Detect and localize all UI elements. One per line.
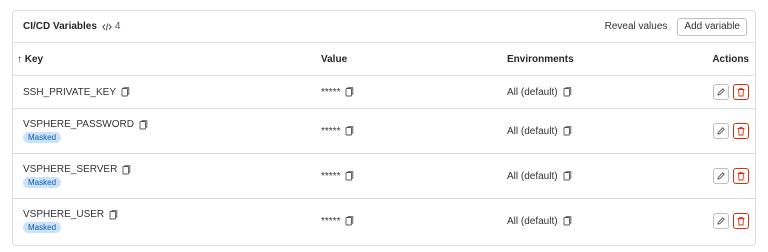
table-header: ↑ Key Value Environments Actions (13, 43, 755, 76)
value-cell: ***** (321, 199, 354, 243)
table-row: VSPHERE_PASSWORD Masked ***** All (defau… (13, 109, 755, 154)
variable-key: VSPHERE_USER (23, 209, 105, 220)
variable-environment: All (default) (507, 125, 558, 137)
key-cell: VSPHERE_SERVER Masked (23, 154, 131, 198)
key-cell: SSH_PRIVATE_KEY (23, 76, 130, 108)
variable-value: ***** (321, 215, 341, 227)
copy-icon (109, 209, 118, 219)
trash-icon (737, 216, 745, 226)
card-header: CI/CD Variables 4 Reveal values Add vari… (13, 11, 755, 43)
card-title: CI/CD Variables (23, 21, 97, 32)
variable-key: SSH_PRIVATE_KEY (23, 86, 116, 98)
delete-button[interactable] (733, 213, 749, 229)
pencil-icon (717, 88, 725, 96)
delete-button[interactable] (733, 168, 749, 184)
copy-icon (346, 126, 354, 136)
environment-cell: All (default) (507, 109, 572, 153)
copy-key-icon[interactable] (121, 87, 130, 97)
copy-value-icon[interactable] (345, 171, 354, 181)
table-row: VSPHERE_SERVER Masked ***** All (default… (13, 154, 755, 199)
column-environments: Environments (507, 54, 574, 65)
variable-value: ***** (321, 170, 341, 182)
row-actions (713, 199, 749, 243)
column-value: Value (321, 54, 348, 65)
masked-badge: Masked (23, 132, 62, 143)
copy-icon (563, 87, 571, 97)
row-actions (713, 109, 749, 153)
copy-icon (346, 216, 354, 226)
copy-icon (563, 171, 571, 181)
environment-cell: All (default) (507, 199, 572, 243)
delete-button[interactable] (733, 123, 749, 139)
delete-button[interactable] (733, 84, 749, 100)
column-actions: Actions (712, 54, 749, 65)
copy-icon (563, 216, 571, 226)
column-key-sort[interactable]: ↑ Key (17, 54, 43, 65)
copy-icon (563, 126, 571, 136)
variable-value: ***** (321, 86, 341, 98)
copy-key-icon[interactable] (122, 164, 131, 175)
value-cell: ***** (321, 76, 354, 108)
variable-key: VSPHERE_PASSWORD (23, 119, 134, 130)
code-icon (102, 22, 112, 31)
copy-environment-icon[interactable] (563, 87, 572, 97)
key-cell: VSPHERE_PASSWORD Masked (23, 109, 148, 153)
count-value: 4 (114, 21, 121, 32)
copy-icon (121, 87, 130, 97)
copy-icon (122, 164, 131, 174)
add-variable-button[interactable]: Add variable (677, 17, 747, 36)
table-row: VSPHERE_USER Masked ***** All (default) (13, 199, 755, 243)
edit-button[interactable] (713, 84, 729, 100)
copy-environment-icon[interactable] (563, 171, 572, 181)
trash-icon (737, 87, 745, 97)
row-actions (713, 76, 749, 108)
masked-badge: Masked (23, 177, 62, 188)
reveal-values-button[interactable]: Reveal values (605, 21, 668, 32)
copy-value-icon[interactable] (345, 126, 354, 136)
pencil-icon (717, 127, 725, 135)
value-cell: ***** (321, 154, 354, 198)
variables-table-body: SSH_PRIVATE_KEY ***** All (default) VSPH… (13, 76, 755, 243)
copy-key-icon[interactable] (139, 119, 148, 130)
copy-icon (346, 87, 354, 97)
variable-count: 4 (102, 21, 121, 32)
value-cell: ***** (321, 109, 354, 153)
environment-cell: All (default) (507, 76, 572, 108)
copy-value-icon[interactable] (345, 216, 354, 226)
variable-value: ***** (321, 125, 341, 137)
pencil-icon (717, 217, 725, 225)
copy-environment-icon[interactable] (563, 216, 572, 226)
variable-environment: All (default) (507, 170, 558, 182)
variable-environment: All (default) (507, 215, 558, 227)
edit-button[interactable] (713, 168, 729, 184)
copy-icon (139, 119, 148, 129)
variable-environment: All (default) (507, 86, 558, 98)
row-actions (713, 154, 749, 198)
trash-icon (737, 171, 745, 181)
copy-icon (346, 171, 354, 181)
copy-environment-icon[interactable] (563, 126, 572, 136)
pencil-icon (717, 172, 725, 180)
key-cell: VSPHERE_USER Masked (23, 199, 118, 243)
environment-cell: All (default) (507, 154, 572, 198)
variables-card: CI/CD Variables 4 Reveal values Add vari… (12, 10, 756, 246)
edit-button[interactable] (713, 213, 729, 229)
edit-button[interactable] (713, 123, 729, 139)
copy-key-icon[interactable] (109, 209, 118, 220)
copy-value-icon[interactable] (345, 87, 354, 97)
trash-icon (737, 126, 745, 136)
table-row: SSH_PRIVATE_KEY ***** All (default) (13, 76, 755, 109)
masked-badge: Masked (23, 222, 62, 233)
variable-key: VSPHERE_SERVER (23, 164, 118, 175)
